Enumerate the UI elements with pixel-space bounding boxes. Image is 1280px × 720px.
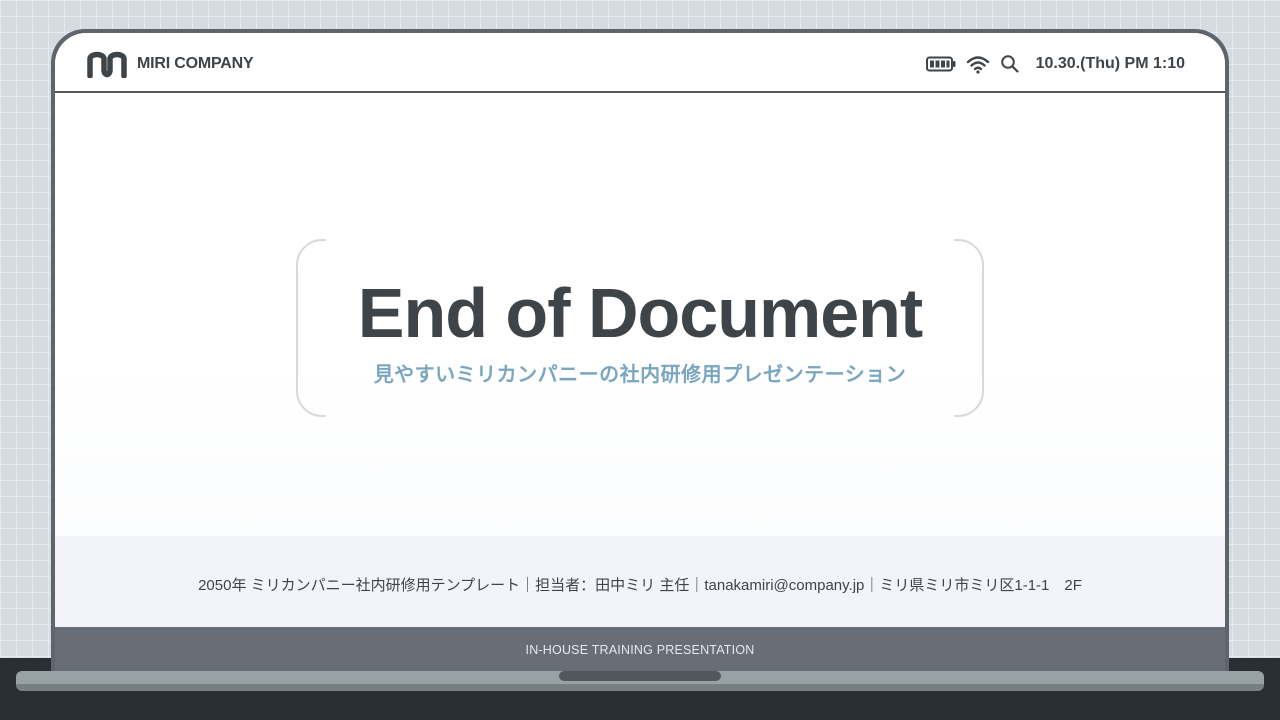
status-bar: MIRI COMPANY 10.30.(Thu) PM 1:10 <box>55 33 1225 93</box>
footer-info-bar: 2050年 ミリカンパニー社内研修用テンプレート｜担当者：田中ミリ 主任｜tan… <box>55 536 1225 627</box>
laptop-screen: MIRI COMPANY 10.30.(Thu) PM 1:10 End of … <box>55 33 1225 627</box>
bottom-label: IN-HOUSE TRAINING PRESENTATION <box>525 643 755 657</box>
slide-subtitle: 見やすいミリカンパニーの社内研修用プレゼンテーション <box>373 364 907 386</box>
logo-icon <box>87 50 127 79</box>
battery-icon <box>925 56 956 72</box>
datetime: 10.30.(Thu) PM 1:10 <box>1035 55 1185 72</box>
slide-title: End of Document <box>357 274 923 352</box>
footer-info-text: 2050年 ミリカンパニー社内研修用テンプレート｜担当者：田中ミリ 主任｜tan… <box>198 577 1082 594</box>
wifi-icon <box>966 54 990 74</box>
search-icon[interactable] <box>1000 54 1020 74</box>
laptop-notch <box>559 671 721 681</box>
bottom-strip: IN-HOUSE TRAINING PRESENTATION <box>55 627 1225 671</box>
company-name: MIRI COMPANY <box>137 55 254 72</box>
status-icons: 10.30.(Thu) PM 1:10 <box>925 51 1185 77</box>
